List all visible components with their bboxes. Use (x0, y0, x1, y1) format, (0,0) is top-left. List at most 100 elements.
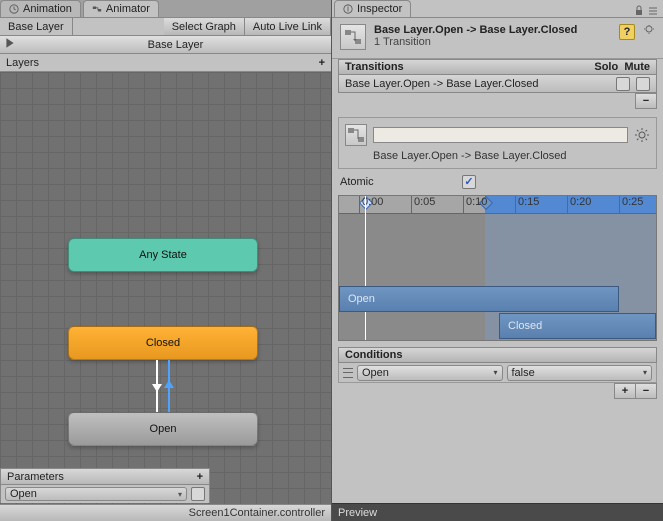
transition-row-label: Base Layer.Open -> Base Layer.Closed (345, 78, 610, 90)
transition-timeline[interactable]: 0:00 0:05 0:10 0:15 0:20 0:25 Open Close… (338, 195, 657, 341)
inspector-title: Base Layer.Open -> Base Layer.Closed (374, 24, 607, 36)
drag-handle-icon[interactable] (343, 368, 353, 378)
gear-icon[interactable] (634, 127, 650, 143)
transition-icon (340, 24, 366, 50)
state-graph[interactable]: Any State Closed Open (0, 72, 331, 521)
select-graph-button[interactable]: Select Graph (164, 18, 245, 35)
layers-header: Layers + (0, 54, 331, 72)
layers-label: Layers (6, 57, 39, 69)
tick: 0:05 (411, 196, 435, 213)
play-icon[interactable] (4, 37, 16, 52)
layer-title-bar: Base Layer (0, 36, 331, 54)
inspector-subtitle: 1 Transition (374, 36, 607, 48)
timeline-clips: Open Closed (339, 286, 656, 340)
condition-param-label: Open (362, 367, 389, 379)
transition-mute-checkbox[interactable] (636, 77, 650, 91)
conditions-section: Conditions Open ▾ false ▾ + − (338, 347, 657, 401)
transition-solo-checkbox[interactable] (616, 77, 630, 91)
atomic-label: Atomic (340, 176, 456, 188)
atomic-checkbox[interactable] (462, 175, 476, 189)
node-any-state[interactable]: Any State (68, 238, 258, 272)
clip-open-label: Open (348, 293, 375, 305)
parameters-header-label: Parameters (7, 471, 64, 483)
inspector-panel: i Inspector Base Layer.Open -> Base Laye… (332, 0, 663, 521)
auto-live-link-button[interactable]: Auto Live Link (245, 18, 331, 35)
info-icon: i (343, 4, 353, 14)
clip-open[interactable]: Open (339, 286, 619, 312)
conditions-header: Conditions (338, 347, 657, 363)
transitions-columns: Solo Mute (594, 61, 650, 73)
svg-text:i: i (347, 4, 349, 14)
breadcrumb-base-layer[interactable]: Base Layer (0, 18, 73, 35)
timeline-ruler[interactable]: 0:00 0:05 0:10 0:15 0:20 0:25 (339, 196, 656, 214)
node-closed-label: Closed (146, 337, 180, 349)
help-icon[interactable]: ? (619, 24, 635, 40)
parameters-header: Parameters + (1, 469, 209, 485)
tab-animator-label: Animator (106, 3, 150, 15)
remove-condition-button[interactable]: − (635, 383, 657, 399)
panel-menu-icon[interactable] (647, 5, 659, 17)
condition-value-label: false (512, 367, 535, 379)
remove-transition-button[interactable]: − (635, 93, 657, 109)
add-condition-button[interactable]: + (614, 383, 636, 399)
preview-bar[interactable]: Preview (332, 503, 663, 521)
transition-icon-small (345, 124, 367, 146)
chevron-updown-icon: ▾ (178, 490, 182, 499)
preview-label: Preview (338, 507, 377, 519)
parameter-name-label: Open (10, 488, 37, 500)
transition-row[interactable]: Base Layer.Open -> Base Layer.Closed (338, 75, 657, 93)
transition-arrows[interactable] (156, 360, 176, 412)
auto-live-link-label: Auto Live Link (253, 21, 322, 33)
status-bar: Screen1Container.controller (0, 504, 331, 521)
clip-closed-label: Closed (508, 320, 542, 332)
node-closed[interactable]: Closed (68, 326, 258, 360)
tab-inspector[interactable]: i Inspector (334, 0, 411, 17)
tab-animator[interactable]: Animator (83, 0, 159, 17)
transition-namebox: Base Layer.Open -> Base Layer.Closed (338, 117, 657, 169)
transition-name-input[interactable] (373, 127, 628, 143)
clip-closed[interactable]: Closed (499, 313, 656, 339)
parameter-checkbox[interactable] (191, 487, 205, 501)
tick: 0:20 (567, 196, 591, 213)
parameters-panel: Parameters + Open ▾ (0, 468, 210, 503)
solo-column-label: Solo (594, 61, 618, 73)
parameter-name-field[interactable]: Open ▾ (5, 487, 187, 501)
add-layer-button[interactable]: + (319, 57, 325, 69)
clock-icon (9, 4, 19, 14)
breadcrumb-row: Base Layer Select Graph Auto Live Link (0, 18, 331, 36)
tab-inspector-label: Inspector (357, 3, 402, 15)
left-tabrow: Animation Animator (0, 0, 331, 18)
animator-panel: Animation Animator Base Layer Select Gra… (0, 0, 332, 521)
node-open-label: Open (150, 423, 177, 435)
tab-animation[interactable]: Animation (0, 0, 81, 17)
inspector-tabrow: i Inspector (332, 0, 663, 18)
lock-icon[interactable] (633, 5, 645, 17)
conditions-header-label: Conditions (345, 349, 402, 361)
layer-title: Base Layer (20, 39, 331, 51)
transitions-header: Transitions Solo Mute (338, 59, 657, 75)
transitions-header-label: Transitions (345, 61, 404, 73)
status-bar-text: Screen1Container.controller (189, 507, 325, 519)
tick: 0:10 (463, 196, 487, 213)
tab-animation-label: Animation (23, 3, 72, 15)
condition-row: Open ▾ false ▾ (338, 363, 657, 383)
component-menu-icon[interactable] (643, 24, 655, 36)
animator-icon (92, 4, 102, 14)
select-graph-label: Select Graph (172, 21, 236, 33)
tick: 0:15 (515, 196, 539, 213)
condition-param-dropdown[interactable]: Open ▾ (357, 365, 503, 381)
node-open[interactable]: Open (68, 412, 258, 446)
add-parameter-button[interactable]: + (197, 471, 203, 483)
atomic-row: Atomic (338, 175, 657, 189)
transitions-section: Transitions Solo Mute Base Layer.Open ->… (338, 59, 657, 111)
chevron-updown-icon: ▾ (643, 368, 647, 377)
parameter-row: Open ▾ (1, 485, 209, 503)
node-any-state-label: Any State (139, 249, 187, 261)
transition-name-caption: Base Layer.Open -> Base Layer.Closed (345, 150, 650, 162)
tick: 0:25 (619, 196, 643, 213)
condition-value-dropdown[interactable]: false ▾ (507, 365, 653, 381)
mute-column-label: Mute (624, 61, 650, 73)
chevron-updown-icon: ▾ (493, 368, 497, 377)
tick: 0:00 (359, 196, 383, 213)
inspector-header: Base Layer.Open -> Base Layer.Closed 1 T… (332, 18, 663, 59)
